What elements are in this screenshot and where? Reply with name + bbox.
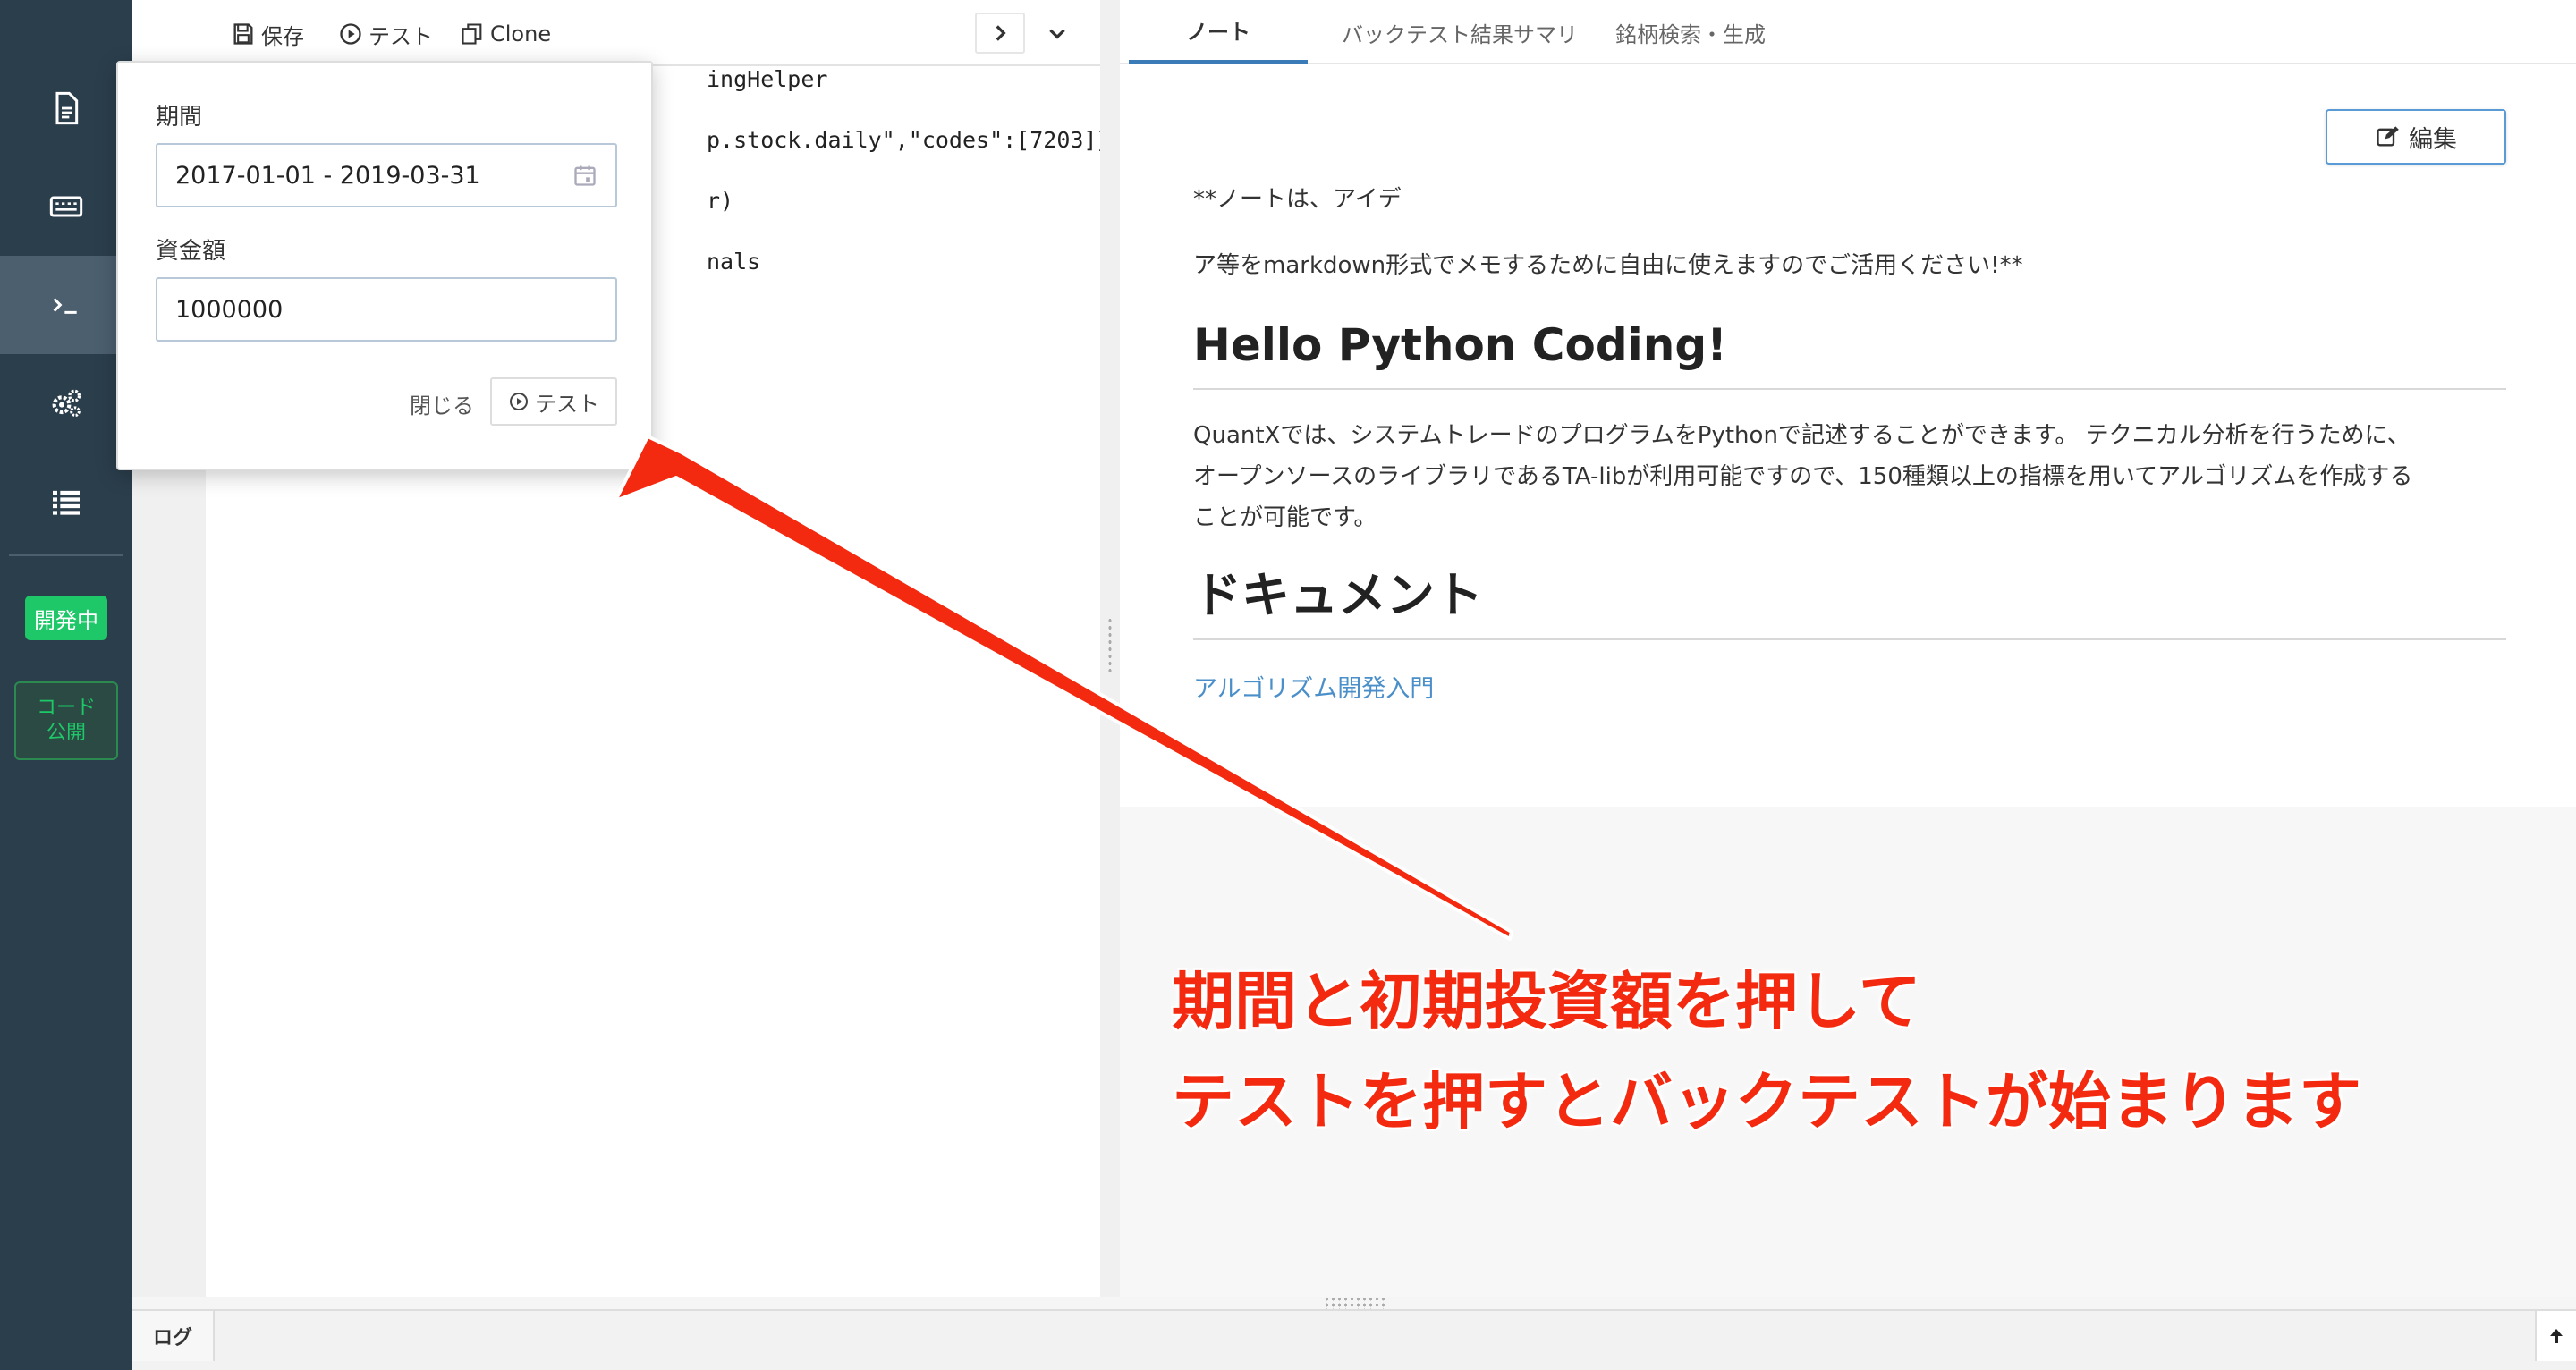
sidebar-item-keyboard[interactable] [0,157,132,256]
note-content: 編集 **ノートは、アイデ ア等をmarkdown形式でメモするために自由に使え… [1120,64,2576,807]
clone-label: Clone [490,21,552,47]
capital-label: 資金額 [156,238,226,265]
period-label: 期間 [156,104,203,131]
annotation-text-line2: テストを押すとバックテストが始まります [1172,1065,2361,1138]
save-button[interactable]: 保存 [231,16,304,52]
test-button[interactable]: テスト [338,16,433,52]
editor-toolbar: 保存 テスト Clone [132,0,1100,66]
code-line: ingHelper [707,66,828,92]
tab-stock-search[interactable]: 銘柄検索・生成 [1601,0,1780,64]
sidebar-item-settings[interactable] [0,354,132,452]
run-test-label: テスト [535,391,599,417]
note-paragraph-line: ことが可能です。 [1193,504,1377,531]
note-paragraph: **ノートは、アイデ [1193,186,1402,213]
next-button[interactable] [975,13,1025,54]
code-line: nals [707,249,761,275]
panel-splitter[interactable] [1100,0,1120,1297]
note-paragraph-line: オープンソースのライブラリであるTA-libが利用可能ですので、150種類以上の… [1193,463,2413,490]
edit-icon [2377,126,2399,147]
tab-note[interactable]: ノート [1129,0,1308,64]
calendar-icon[interactable] [572,163,597,188]
save-label: 保存 [261,23,304,49]
expand-button[interactable] [1032,13,1082,54]
note-paragraph: ア等をmarkdown形式でメモするために自由に使えますのでご活用ください!** [1193,252,2023,279]
test-label: テスト [369,23,433,49]
period-input[interactable]: 2017-01-01 - 2019-03-31 [156,143,617,207]
code-line: r) [707,188,734,214]
edit-label: 編集 [2409,125,2457,154]
arrow-up-icon [2550,1329,2563,1343]
backtest-popup: 期間 2017-01-01 - 2019-03-31 資金額 1000000 閉… [116,61,653,470]
gears-icon [52,389,81,417]
left-sidebar: 開発中 コード 公開 [0,0,132,1370]
play-circle-icon [340,23,361,45]
bottom-splitter-grip[interactable] [1324,1297,1386,1309]
publish-label-line2: 公開 [46,722,86,744]
log-bar: ログ [132,1309,2576,1370]
note-heading-document: ドキュメント [1193,565,2506,640]
log-tab[interactable]: ログ [132,1311,215,1361]
save-icon [233,23,253,45]
note-paragraph-line: QuantXでは、システムトレードのプログラムをPythonで記述することができ… [1193,422,2411,449]
right-tabs: ノート バックテスト結果サマリ 銘柄検索・生成 [1120,0,2576,64]
note-heading-hello: Hello Python Coding! [1193,317,2506,390]
publish-code-button[interactable]: コード 公開 [14,681,118,760]
edit-button[interactable]: 編集 [2326,109,2506,165]
capital-input[interactable]: 1000000 [156,277,617,342]
sidebar-item-console[interactable] [0,256,132,354]
play-circle-icon [510,393,528,410]
algorithm-intro-link[interactable]: アルゴリズム開発入門 [1193,669,1434,704]
terminal-icon [53,298,77,314]
sidebar-divider [9,554,123,556]
clone-icon [462,23,482,45]
keyboard-icon [49,196,83,217]
period-value: 2017-01-01 - 2019-03-31 [175,161,480,190]
sidebar-item-document[interactable] [0,59,132,157]
sidebar-item-list[interactable] [0,452,132,551]
close-button[interactable]: 閉じる [410,388,474,419]
log-expand-button[interactable] [2535,1311,2576,1361]
capital-value: 1000000 [175,295,284,324]
chevron-right-icon [996,25,1006,41]
list-icon [53,490,80,515]
splitter-grip[interactable] [1107,617,1113,674]
chevron-down-icon [1049,29,1065,39]
publish-label-line1: コード [36,697,96,719]
tab-backtest-summary[interactable]: バックテスト結果サマリ [1326,0,1594,64]
clone-button[interactable]: Clone [460,16,551,52]
dev-status-badge[interactable]: 開発中 [25,596,107,640]
run-test-button[interactable]: テスト [490,377,617,426]
annotation-text-line1: 期間と初期投資額を押して [1172,965,1921,1038]
document-icon [55,91,79,125]
